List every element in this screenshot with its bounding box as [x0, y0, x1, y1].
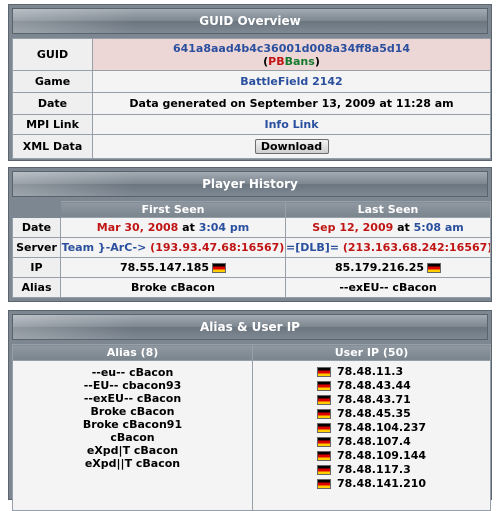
alias-list: --eu-- cBacon --EU-- cbacon93 --exEU-- c…	[12, 360, 253, 511]
germany-flag-icon	[317, 367, 331, 377]
list-item: 78.48.117.3	[254, 463, 490, 477]
game-label: Game	[12, 70, 93, 93]
last-time-text: 5:08 am	[413, 221, 464, 234]
xml-data-label: XML Data	[12, 134, 93, 159]
germany-flag-icon	[317, 409, 331, 419]
guid-label: GUID	[12, 38, 93, 71]
ip-text: 78.48.11.3	[337, 365, 404, 378]
list-item: 78.48.43.44	[254, 379, 490, 393]
first-date-text: Mar 30, 2008	[96, 221, 179, 234]
last-seen-date: Sep 12, 2009 at 5:08 am	[285, 217, 491, 238]
last-seen-server: =[DLB]= (213.163.68.242:16567)	[285, 237, 491, 258]
first-seen-alias: Broke cBacon	[60, 277, 286, 298]
pbbans-link-p[interactable]: PB	[268, 55, 284, 68]
list-item: 78.48.104.237	[254, 421, 490, 435]
list-item: cBacon	[110, 431, 155, 444]
first-seen-date: Mar 30, 2008 at 3:04 pm	[60, 217, 286, 238]
player-history-table: First Seen Last Seen Date Mar 30, 2008 a…	[12, 201, 491, 298]
germany-flag-icon	[317, 395, 331, 405]
guid-overview-panel: GUID Overview GUID 641a8aad4b4c36001d008…	[8, 4, 492, 161]
ip-text: 78.48.104.237	[337, 421, 427, 434]
date-value: Data generated on September 13, 2009 at …	[92, 92, 491, 115]
list-item: 78.48.107.4	[254, 435, 490, 449]
ip-text: 78.48.43.44	[337, 379, 411, 392]
guid-overview-title: GUID Overview	[12, 8, 488, 34]
user-ip-count-header: User IP (50)	[252, 344, 491, 361]
date-label: Date	[12, 92, 93, 115]
first-time-text: 3:04 pm	[198, 221, 250, 234]
ip-text: 78.48.107.4	[337, 435, 411, 448]
germany-flag-icon	[427, 263, 442, 273]
list-item: 78.48.109.144	[254, 449, 490, 463]
germany-flag-icon	[212, 263, 227, 273]
alias-ip-table: Alias (8) User IP (50) --eu-- cBacon --E…	[12, 344, 491, 511]
list-item: Broke cBacon	[90, 405, 175, 418]
last-server-addr: (213.163.68.242:16567)	[342, 241, 491, 254]
germany-flag-icon	[317, 479, 331, 489]
last-at-text: at	[397, 221, 410, 234]
player-history-title: Player History	[12, 171, 488, 197]
last-seen-ip: 85.179.216.25	[285, 257, 491, 278]
game-value[interactable]: BattleField 2142	[92, 70, 491, 93]
history-alias-label: Alias	[12, 277, 61, 298]
guid-overview-table: GUID 641a8aad4b4c36001d008a34ff8a5d14 (P…	[12, 38, 491, 159]
last-ip-text: 85.179.216.25	[334, 261, 425, 274]
history-date-label: Date	[12, 217, 61, 238]
ip-text: 78.48.109.144	[337, 449, 427, 462]
list-item: 78.48.11.3	[254, 365, 490, 379]
first-at-text: at	[182, 221, 195, 234]
first-seen-ip: 78.55.147.185	[60, 257, 286, 278]
pbbans-line: (PBBans)	[94, 54, 490, 68]
last-seen-alias: --exEU-- cBacon	[285, 277, 491, 298]
list-item: 78.48.141.210	[254, 477, 490, 491]
list-item: Broke cBacon91	[82, 418, 183, 431]
user-ip-list: 78.48.11.3 78.48.43.44 78.48.43.71 78.48…	[252, 360, 491, 511]
player-history-panel: Player History First Seen Last Seen Date…	[8, 167, 492, 302]
germany-flag-icon	[317, 465, 331, 475]
pbbans-link[interactable]: Bans	[285, 55, 315, 68]
list-item: --eu-- cBacon	[91, 366, 174, 379]
list-item: 78.48.45.35	[254, 407, 490, 421]
alias-count-header: Alias (8)	[12, 344, 253, 361]
list-item: --EU-- cbacon93	[83, 379, 182, 392]
germany-flag-icon	[317, 437, 331, 447]
ip-text: 78.48.117.3	[337, 463, 411, 476]
first-seen-server: Team }-ArC-> (193.93.47.68:16567)	[60, 237, 286, 258]
ip-text: 78.48.45.35	[337, 407, 411, 420]
list-item: eXpd||T cBacon	[84, 457, 181, 470]
ip-text: 78.48.141.210	[337, 477, 427, 490]
list-item: --exEU-- cBacon	[83, 392, 182, 405]
mpi-info-link[interactable]: Info Link	[92, 114, 491, 135]
guid-value[interactable]: 641a8aad4b4c36001d008a34ff8a5d14	[94, 42, 490, 55]
mpi-link-label: MPI Link	[12, 114, 93, 135]
first-server-addr: (193.93.47.68:16567)	[150, 241, 285, 254]
download-button[interactable]: Download	[254, 139, 329, 154]
guid-value-cell: 641a8aad4b4c36001d008a34ff8a5d14 (PBBans…	[92, 38, 491, 71]
xml-download-cell: Download	[92, 134, 491, 159]
germany-flag-icon	[317, 381, 331, 391]
history-ip-label: IP	[12, 257, 61, 278]
last-server-link[interactable]: =[DLB]=	[287, 241, 340, 254]
first-server-link[interactable]: Team }-ArC->	[62, 241, 147, 254]
pbbans-close: )	[314, 54, 320, 68]
list-item: 78.48.43.71	[254, 393, 490, 407]
list-item: eXpd|T cBacon	[86, 444, 179, 457]
last-seen-header: Last Seen	[285, 201, 491, 218]
alias-ip-panel: Alias & User IP Alias (8) User IP (50) -…	[8, 310, 492, 511]
germany-flag-icon	[317, 423, 331, 433]
germany-flag-icon	[317, 451, 331, 461]
first-seen-header: First Seen	[60, 201, 286, 218]
history-corner	[12, 201, 61, 218]
alias-ip-title: Alias & User IP	[12, 314, 488, 340]
first-ip-text: 78.55.147.185	[119, 261, 210, 274]
last-date-text: Sep 12, 2009	[312, 221, 394, 234]
ip-text: 78.48.43.71	[337, 393, 411, 406]
history-server-label: Server	[12, 237, 61, 258]
